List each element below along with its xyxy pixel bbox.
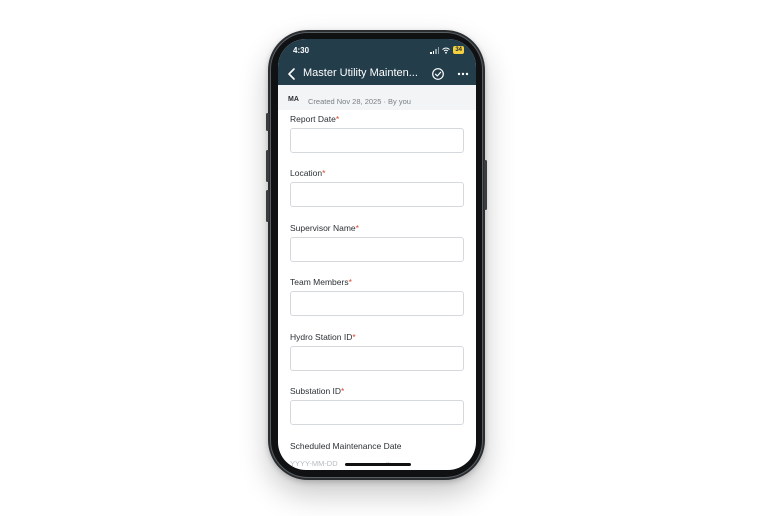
substation-id-input[interactable] bbox=[290, 400, 464, 425]
field-scheduled-maintenance-date: Scheduled Maintenance Date bbox=[290, 441, 464, 451]
field-label: Substation ID bbox=[290, 386, 342, 396]
meta-bar: MA Created Nov 28, 2025 · By you bbox=[278, 85, 476, 110]
page-title: Master Utility Mainten... bbox=[303, 67, 418, 79]
app-header: 4:30 34 Master Utility Mainten... bbox=[278, 39, 476, 85]
team-members-input[interactable] bbox=[290, 291, 464, 316]
more-horizontal-icon[interactable] bbox=[456, 68, 470, 80]
required-marker: * bbox=[352, 332, 356, 342]
chevron-left-icon[interactable] bbox=[286, 67, 298, 81]
field-report-date: Report Date* bbox=[290, 114, 464, 153]
field-label: Report Date bbox=[290, 114, 336, 124]
signal-icon bbox=[430, 46, 440, 54]
field-label: Hydro Station ID bbox=[290, 332, 353, 342]
phone-screen: 4:30 34 Master Utility Mainten... MA Cre… bbox=[278, 39, 476, 470]
battery-icon: 34 bbox=[453, 46, 464, 54]
status-time: 4:30 bbox=[293, 46, 310, 55]
created-info: Created Nov 28, 2025 · By you bbox=[308, 97, 411, 106]
home-indicator bbox=[345, 463, 411, 466]
phone-side-button bbox=[484, 160, 487, 210]
status-icons: 34 bbox=[430, 46, 464, 54]
field-label: Team Members bbox=[290, 277, 349, 287]
date-placeholder: YYYY-MM-DD bbox=[290, 459, 338, 468]
field-substation-id: Substation ID* bbox=[290, 386, 464, 425]
nav-row: Master Utility Mainten... bbox=[278, 65, 476, 83]
required-marker: * bbox=[348, 277, 352, 287]
required-marker: * bbox=[341, 386, 345, 396]
field-location: Location* bbox=[290, 168, 464, 207]
field-label: Location bbox=[290, 168, 323, 178]
field-team-members: Team Members* bbox=[290, 277, 464, 316]
avatar: MA bbox=[288, 96, 299, 103]
required-marker: * bbox=[335, 114, 340, 124]
phone-side-button bbox=[266, 150, 269, 182]
field-label: Scheduled Maintenance Date bbox=[290, 441, 402, 451]
wifi-icon bbox=[442, 47, 451, 54]
field-hydro-station-id: Hydro Station ID* bbox=[290, 332, 464, 371]
field-label: Supervisor Name bbox=[290, 223, 356, 233]
field-supervisor-name: Supervisor Name* bbox=[290, 223, 464, 262]
supervisor-name-input[interactable] bbox=[290, 237, 464, 262]
required-marker: * bbox=[322, 168, 326, 178]
hydro-station-id-input[interactable] bbox=[290, 346, 464, 371]
location-input[interactable] bbox=[290, 182, 464, 207]
check-circle-icon[interactable] bbox=[431, 67, 445, 81]
phone-side-button bbox=[266, 190, 269, 222]
required-marker: * bbox=[355, 223, 359, 233]
phone-side-button bbox=[266, 113, 269, 131]
report-date-input[interactable] bbox=[290, 128, 464, 153]
